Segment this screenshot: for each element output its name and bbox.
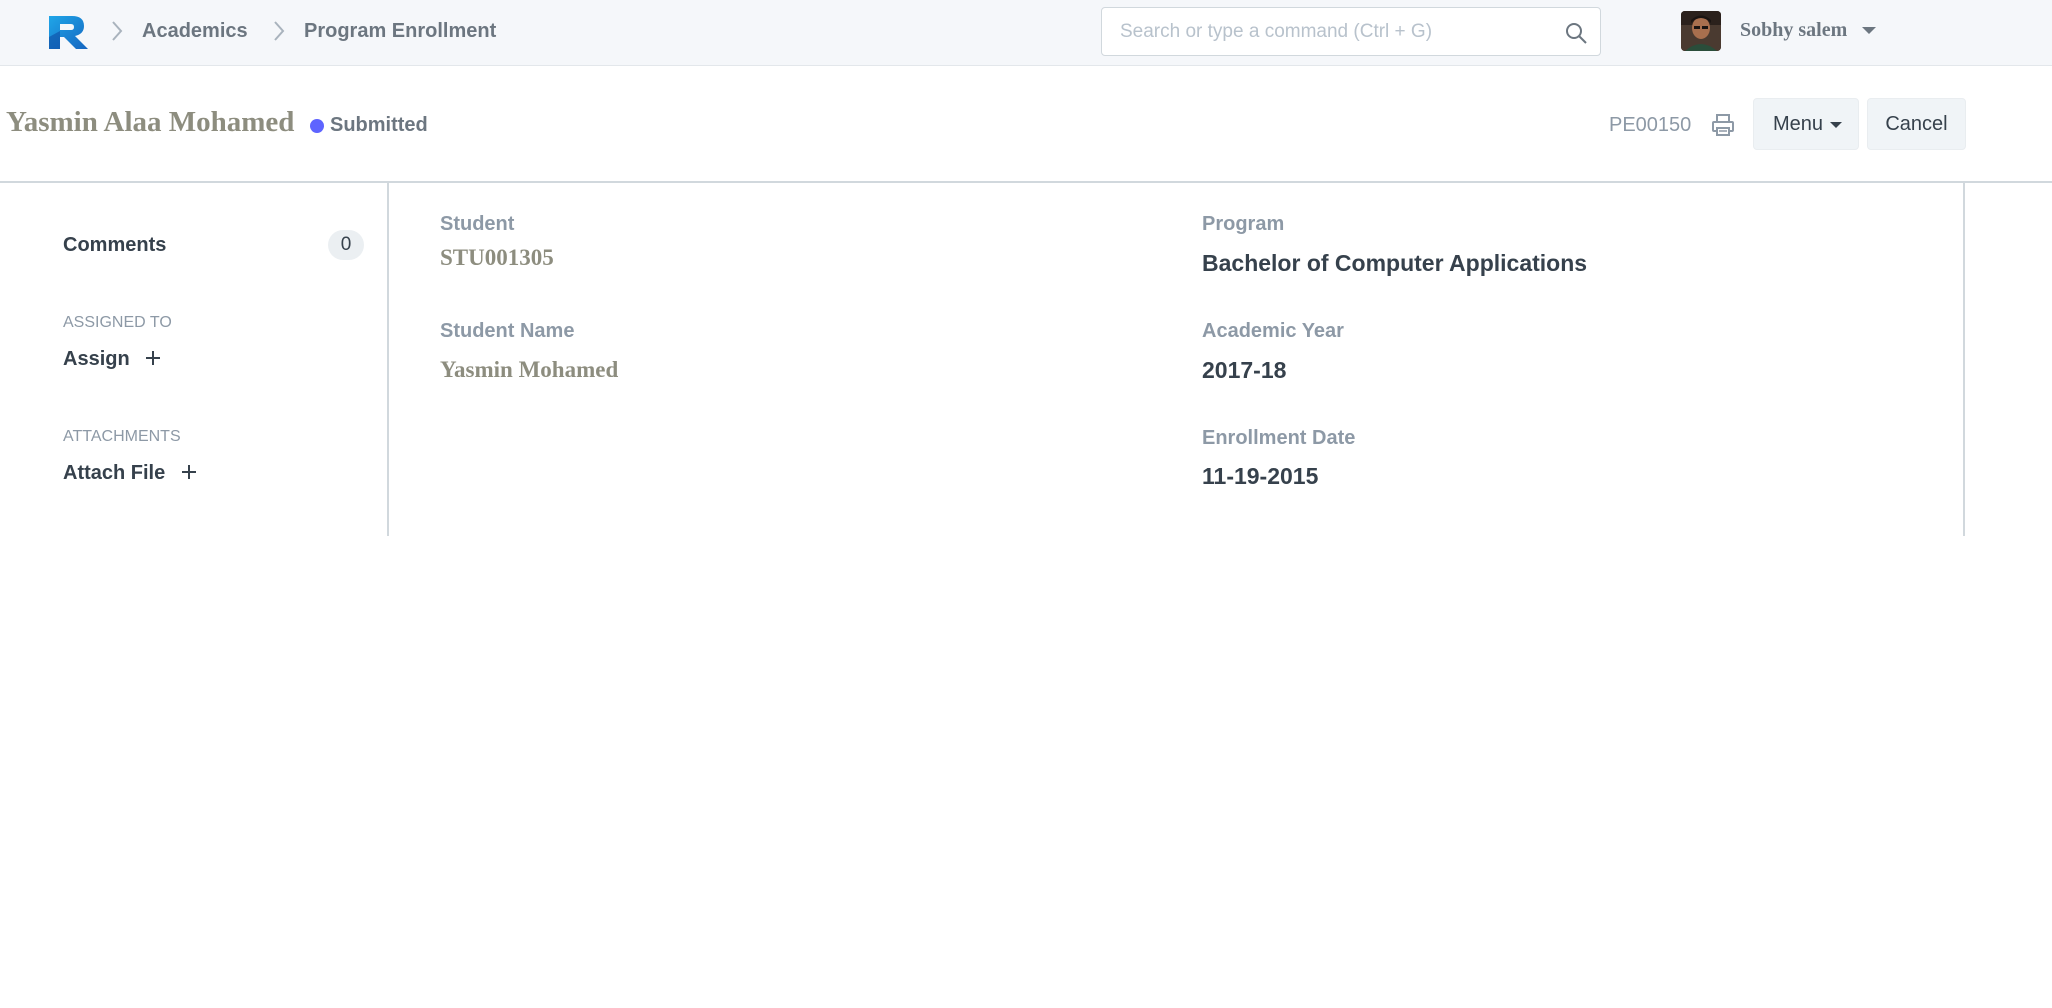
program-label: Program xyxy=(1202,213,1285,235)
search-icon[interactable] xyxy=(1564,21,1588,45)
comments-count-badge: 0 xyxy=(328,230,364,260)
app-logo-icon[interactable] xyxy=(46,13,90,51)
menu-button-label: Menu xyxy=(1773,113,1824,135)
enrollment-date-value: 11-19-2015 xyxy=(1202,463,1319,489)
academic-year-value[interactable]: 2017-18 xyxy=(1202,357,1286,384)
caret-down-icon[interactable] xyxy=(1862,27,1876,34)
page-title: Yasmin Alaa Mohamed xyxy=(6,106,295,138)
breadcrumb-program-enrollment[interactable]: Program Enrollment xyxy=(304,20,496,42)
student-name-label: Student Name xyxy=(440,320,575,342)
user-photo-icon xyxy=(1681,11,1721,51)
attach-file-link[interactable]: Attach File xyxy=(63,462,197,485)
cancel-button[interactable]: Cancel xyxy=(1867,98,1966,150)
program-value[interactable]: Bachelor of Computer Applications xyxy=(1202,250,1587,277)
menu-button[interactable]: Menu xyxy=(1753,98,1859,150)
document-id: PE00150 xyxy=(1609,114,1692,136)
assign-link[interactable]: Assign xyxy=(63,348,161,371)
notification-count[interactable]: 0 xyxy=(1938,19,1949,42)
chevron-right-icon xyxy=(274,21,285,41)
student-value[interactable]: STU001305 xyxy=(440,245,554,271)
academic-year-label: Academic Year xyxy=(1202,320,1344,342)
breadcrumb-academics[interactable]: Academics xyxy=(142,20,248,42)
assigned-to-heading: Assigned To xyxy=(63,314,172,331)
search-input[interactable] xyxy=(1102,8,1542,55)
comments-link[interactable]: Comments xyxy=(63,234,166,257)
student-label: Student xyxy=(440,213,515,235)
enrollment-date-label: Enrollment Date xyxy=(1202,427,1356,449)
print-icon[interactable] xyxy=(1710,112,1736,138)
student-name-value: Yasmin Mohamed xyxy=(440,357,619,382)
attachments-heading: Attachments xyxy=(63,428,181,445)
page-header: Yasmin Alaa Mohamed Submitted PE00150 Me… xyxy=(0,66,2052,183)
assign-label: Assign xyxy=(63,348,130,370)
user-menu[interactable]: Sobhy salem xyxy=(1740,19,1847,42)
caret-down-icon xyxy=(1830,122,1842,128)
avatar[interactable] xyxy=(1681,11,1721,51)
cancel-button-label: Cancel xyxy=(1885,113,1948,135)
form-sidebar: Comments 0 Assigned To Assign Attachment… xyxy=(0,183,389,536)
attach-file-label: Attach File xyxy=(63,462,166,484)
status-indicator-dot xyxy=(310,119,324,133)
chevron-right-icon xyxy=(112,21,123,41)
search-bar xyxy=(1101,7,1601,56)
status-badge: Submitted xyxy=(330,114,428,136)
form-main: Student STU001305 Student Name Yasmin Mo… xyxy=(391,183,1965,536)
plus-icon xyxy=(146,351,161,365)
plus-icon xyxy=(181,465,196,479)
top-navbar: Academics Program Enrollment Sobhy salem… xyxy=(0,0,2052,66)
